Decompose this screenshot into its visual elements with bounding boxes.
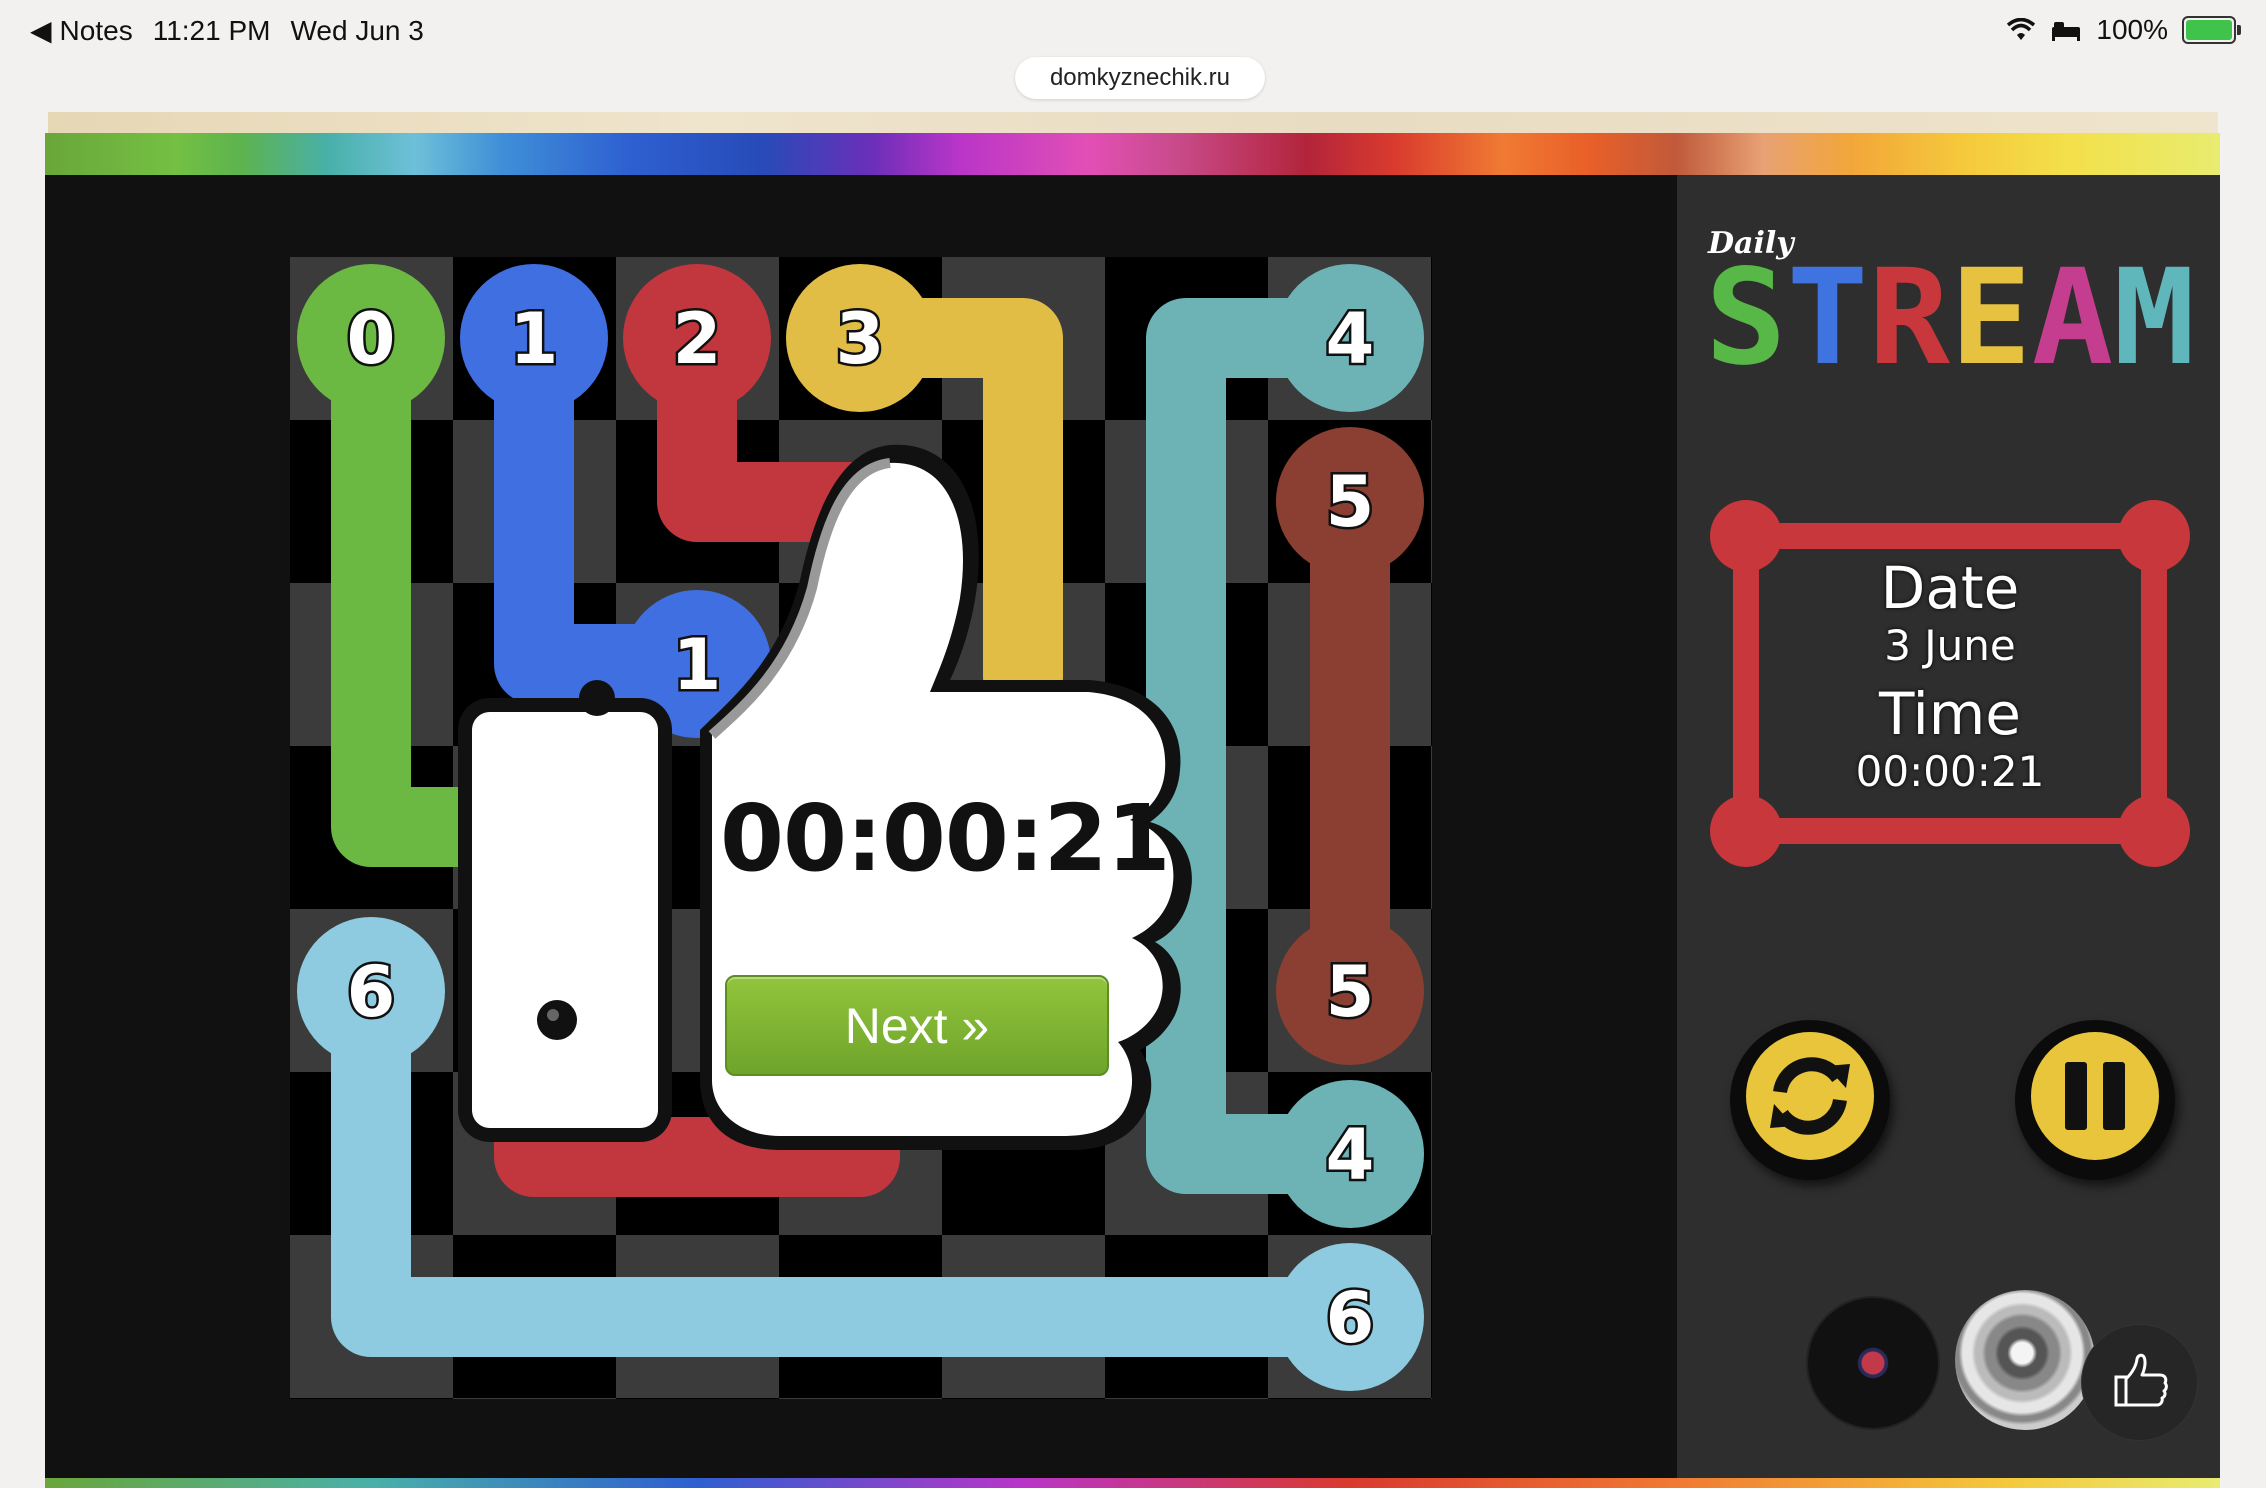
- page-header-strip: [48, 112, 2218, 134]
- stream-logo-text: STREAM: [1705, 255, 2195, 385]
- status-bar: ◀ Notes 11:21 PM Wed Jun 3 100%: [0, 0, 2266, 64]
- thumbs-up-icon: [2114, 1353, 2168, 1407]
- endpoint-label: 4: [1326, 298, 1375, 380]
- cuff-button: [537, 1000, 577, 1040]
- date-value: 3 June: [1884, 621, 2016, 670]
- colored-pencils-banner: [45, 133, 2220, 175]
- restart-button-face: [1746, 1032, 1874, 1160]
- url-bar[interactable]: domkyznechik.ru: [1015, 57, 1265, 99]
- restart-icon: [1770, 1057, 1850, 1135]
- wifi-icon: [2007, 18, 2036, 40]
- endpoint-label: 3: [836, 298, 885, 380]
- endpoint-label: 5: [1326, 461, 1375, 543]
- endpoint-label: 1: [510, 298, 559, 380]
- sleep-mode-icon: [2052, 22, 2081, 41]
- back-to-app-button[interactable]: ◀ Notes: [30, 14, 133, 47]
- endpoint-label: 4: [1326, 1114, 1375, 1196]
- endpoint-label: 5: [1326, 951, 1375, 1033]
- date-label: Date: [1880, 554, 2020, 622]
- endpoint-label: 2: [673, 298, 722, 380]
- pause-icon: [2065, 1062, 2125, 1130]
- info-panel: Date 3 June Time 00:00:21: [1745, 555, 2155, 797]
- endpoint-label: 6: [347, 951, 396, 1033]
- battery-icon: [2182, 16, 2241, 44]
- stream-logo: STREAM: [1705, 255, 2195, 385]
- back-arrow-icon: ◀: [30, 15, 52, 46]
- pause-button[interactable]: [2015, 1020, 2175, 1180]
- time-value: 00:00:21: [1855, 747, 2045, 796]
- battery-percent: 100%: [2096, 14, 2168, 45]
- next-level-button[interactable]: Next »: [725, 975, 1109, 1076]
- url-text: domkyznechik.ru: [1049, 64, 1231, 91]
- endpoint-label: 6: [1326, 1277, 1375, 1359]
- win-elapsed-time: 00:00:21: [720, 785, 1171, 892]
- restart-button[interactable]: [1730, 1020, 1890, 1180]
- colored-pencils-banner-bottom: [45, 1478, 2220, 1488]
- like-button[interactable]: [2082, 1325, 2197, 1440]
- pause-button-face: [2031, 1032, 2159, 1160]
- endpoint-label: 0: [347, 298, 396, 380]
- sound-toggle-button[interactable]: [1955, 1290, 2095, 1430]
- status-date: Wed Jun 3: [290, 14, 424, 46]
- status-time: 11:21 PM: [152, 14, 271, 46]
- music-toggle-button[interactable]: [1808, 1298, 1938, 1428]
- back-app-label: Notes: [59, 14, 133, 46]
- time-label: Time: [1879, 680, 2021, 748]
